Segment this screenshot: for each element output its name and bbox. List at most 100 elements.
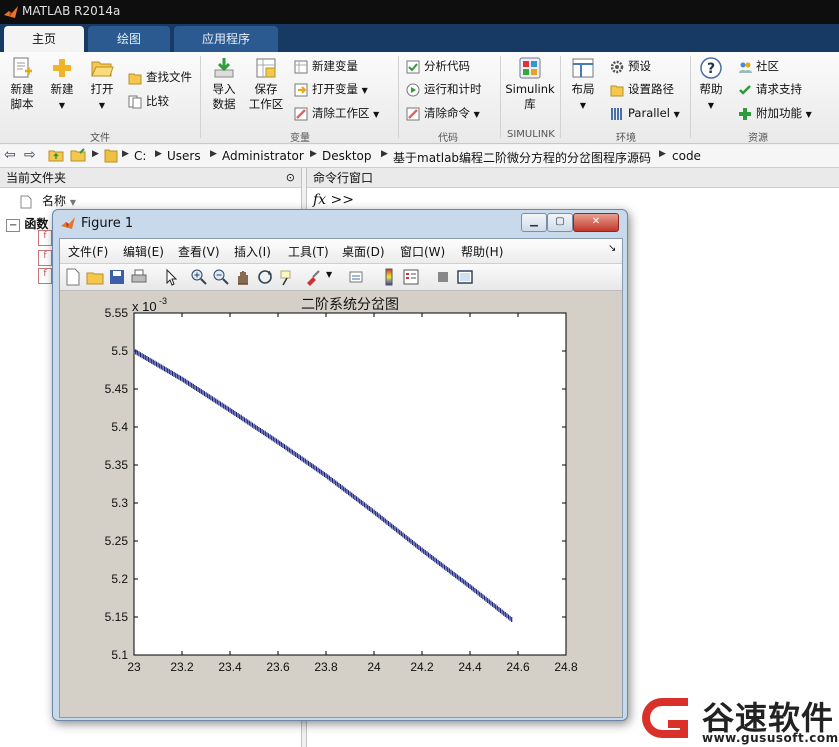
- collapse-toggle-icon[interactable]: −: [6, 219, 21, 232]
- menu-tools[interactable]: 工具(T): [288, 243, 329, 260]
- clear-workspace-icon: [294, 107, 308, 120]
- m-file-icon[interactable]: f: [38, 230, 52, 246]
- data-point: [333, 479, 335, 485]
- addons-button[interactable]: 附加功能 ▼: [738, 104, 812, 122]
- up-folder-icon[interactable]: [48, 147, 64, 166]
- brush-dropdown-icon[interactable]: ▼: [326, 270, 332, 279]
- insert-colorbar-icon[interactable]: [380, 268, 398, 286]
- data-point: [346, 488, 348, 494]
- pan-hand-icon[interactable]: [234, 268, 252, 286]
- data-cursor-icon[interactable]: [278, 268, 296, 286]
- data-point: [376, 512, 378, 518]
- new-label: 新建: [50, 82, 74, 96]
- compare-button[interactable]: 比较: [128, 92, 169, 110]
- data-point: [367, 504, 369, 510]
- crumb-separator-icon: ▶: [92, 149, 99, 159]
- simulink-library-button[interactable]: Simulink 库: [504, 56, 556, 112]
- save-figure-icon[interactable]: [108, 268, 126, 286]
- brush-icon[interactable]: [304, 268, 322, 286]
- request-support-label: 请求支持: [756, 82, 802, 96]
- crumb-drive[interactable]: C:: [134, 149, 146, 163]
- zoom-out-icon[interactable]: [212, 268, 230, 286]
- name-column-header[interactable]: 名称 ▼: [20, 192, 76, 209]
- show-plot-tools-icon[interactable]: [456, 268, 474, 286]
- help-button[interactable]: ? 帮助 ▼: [696, 56, 726, 113]
- bifurcation-chart[interactable]: 二阶系统分岔图 x 10 -3 23 23.2 23.4 23.6 23.8 24 24.2 24.…: [60, 291, 620, 715]
- open-label: 打开: [90, 82, 114, 96]
- layout-button[interactable]: 布局 ▼: [566, 56, 600, 113]
- tab-apps[interactable]: 应用程序: [174, 26, 278, 52]
- tab-home[interactable]: 主页: [4, 26, 84, 52]
- back-arrow-icon[interactable]: ⇦: [4, 147, 16, 163]
- crumb-administrator[interactable]: Administrator: [222, 149, 304, 163]
- menu-window[interactable]: 窗口(W): [400, 243, 445, 260]
- close-button[interactable]: ✕: [573, 213, 619, 232]
- menu-file[interactable]: 文件(F): [68, 243, 108, 260]
- data-point: [443, 564, 446, 570]
- open-button[interactable]: 打开 ▼: [86, 56, 118, 113]
- data-point: [373, 509, 375, 515]
- m-file-icon[interactable]: f: [38, 250, 52, 266]
- figure-window[interactable]: Figure 1 ▁ ▢ ✕ 文件(F) 编辑(E) 查看(V) 插入(I) 工…: [52, 209, 628, 721]
- crumb-code[interactable]: code: [672, 149, 701, 163]
- menu-view[interactable]: 查看(V): [178, 243, 220, 260]
- minimize-button[interactable]: ▁: [521, 213, 547, 232]
- data-point: [379, 514, 382, 520]
- crumb-project-folder[interactable]: 基于matlab编程二阶微分方程的分岔图程序源码: [393, 149, 651, 166]
- dock-arrow-icon[interactable]: ↘: [608, 243, 616, 254]
- data-point: [421, 547, 423, 553]
- import-data-button[interactable]: 导入 数据: [206, 56, 242, 112]
- data-point: [480, 592, 482, 598]
- rotate-3d-icon[interactable]: [256, 268, 274, 286]
- set-path-button[interactable]: 设置路径: [610, 80, 674, 98]
- new-figure-icon[interactable]: [64, 268, 82, 286]
- analyze-code-button[interactable]: 分析代码: [406, 57, 470, 75]
- save-workspace-button[interactable]: 保存 工作区: [246, 56, 286, 112]
- data-point: [370, 507, 372, 513]
- request-support-button[interactable]: 请求支持: [738, 80, 802, 98]
- crumb-desktop[interactable]: Desktop: [322, 149, 372, 163]
- hide-plot-tools-icon[interactable]: [434, 268, 452, 286]
- zoom-in-icon[interactable]: [190, 268, 208, 286]
- command-prompt[interactable]: fx >>: [313, 192, 354, 208]
- print-figure-icon[interactable]: [130, 268, 148, 286]
- new-button[interactable]: 新建 ▼: [46, 56, 78, 113]
- crumb-users[interactable]: Users: [167, 149, 201, 163]
- new-variable-button[interactable]: 新建变量: [294, 57, 358, 75]
- data-point: [504, 611, 506, 617]
- edit-plot-pointer-icon[interactable]: [162, 268, 180, 286]
- plot-area: [133, 312, 567, 656]
- ribbon-separator: [690, 56, 691, 138]
- figure-client-area: 文件(F) 编辑(E) 查看(V) 插入(I) 工具(T) 桌面(D) 窗口(W…: [59, 238, 623, 718]
- group-file-label: 文件: [90, 133, 110, 144]
- data-point: [391, 523, 393, 529]
- new-script-button[interactable]: 新建 脚本: [4, 56, 40, 112]
- menu-edit[interactable]: 编辑(E): [123, 243, 164, 260]
- addons-dropdown-icon: ▼: [805, 110, 812, 119]
- insert-legend-icon[interactable]: [402, 268, 420, 286]
- browse-folder-icon[interactable]: [70, 147, 86, 166]
- community-button[interactable]: 社区: [738, 57, 779, 75]
- parallel-button[interactable]: Parallel ▼: [610, 104, 680, 122]
- run-and-time-button[interactable]: 运行和计时: [406, 80, 482, 98]
- menu-desktop[interactable]: 桌面(D): [342, 243, 385, 260]
- tab-plots[interactable]: 绘图: [88, 26, 170, 52]
- open-variable-button[interactable]: 打开变量 ▼: [294, 80, 368, 98]
- link-plot-icon[interactable]: [348, 268, 366, 286]
- maximize-button[interactable]: ▢: [547, 213, 573, 232]
- open-file-icon[interactable]: [86, 268, 104, 286]
- find-files-button[interactable]: 查找文件: [128, 68, 192, 86]
- panel-menu-icon[interactable]: ⊙: [286, 168, 295, 188]
- clear-workspace-button[interactable]: 清除工作区 ▼: [294, 104, 379, 122]
- data-point: [491, 601, 494, 607]
- simulink-library-icon: [519, 57, 541, 79]
- clear-commands-button[interactable]: 清除命令 ▼: [406, 104, 480, 122]
- menu-help[interactable]: 帮助(H): [461, 243, 503, 260]
- preferences-button[interactable]: 预设: [610, 57, 651, 75]
- matlab-logo-icon: [4, 6, 18, 18]
- m-file-icon[interactable]: f: [38, 268, 52, 284]
- x-tick-label: 24: [367, 660, 381, 674]
- forward-arrow-icon[interactable]: ⇨: [24, 147, 36, 163]
- menu-insert[interactable]: 插入(I): [234, 243, 271, 260]
- new-dropdown-icon: ▼: [58, 101, 66, 110]
